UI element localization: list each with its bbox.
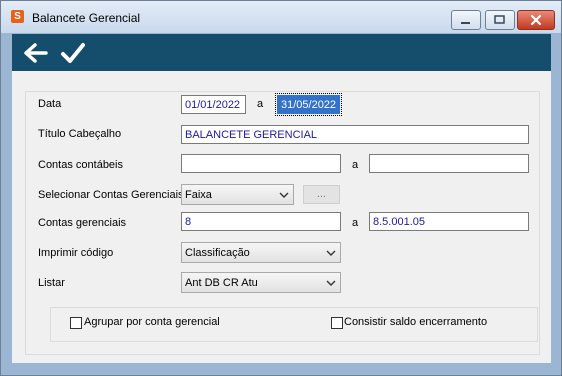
agrupar-checkbox[interactable] xyxy=(70,317,82,329)
titulo-label: Título Cabeçalho xyxy=(38,128,122,140)
imprimir-label: Imprimir código xyxy=(38,247,114,259)
selecionar-select[interactable]: Faixa xyxy=(181,184,294,205)
maximize-button[interactable] xyxy=(485,10,515,30)
contas-gerenciais-to-input[interactable]: 8.5.001.05 xyxy=(369,212,529,231)
contas-gerenciais-label: Contas gerenciais xyxy=(38,217,127,229)
arrow-left-icon[interactable] xyxy=(22,41,48,65)
listar-value: Ant DB CR Atu xyxy=(185,277,258,289)
maximize-icon xyxy=(494,15,505,24)
window-title: Balancete Gerencial xyxy=(32,11,141,25)
minimize-icon xyxy=(461,22,470,24)
close-button[interactable] xyxy=(517,10,555,30)
contas-gerenciais-from-input[interactable]: 8 xyxy=(181,212,341,231)
toolbar xyxy=(12,34,551,71)
data-from-input[interactable]: 01/01/2022 xyxy=(181,95,246,114)
contas-contabeis-label: Contas contábeis xyxy=(38,159,123,171)
selecionar-value: Faixa xyxy=(185,189,212,201)
window-bottom-frame xyxy=(12,363,551,373)
listar-label: Listar xyxy=(38,277,65,289)
chevron-down-icon xyxy=(279,192,289,198)
titulo-input[interactable]: BALANCETE GERENCIAL xyxy=(181,125,529,144)
imprimir-select[interactable]: Classificação xyxy=(181,242,341,263)
title-bar[interactable]: S Balancete Gerencial xyxy=(1,1,561,33)
close-icon xyxy=(530,14,542,26)
checkmark-icon[interactable] xyxy=(60,41,86,65)
listar-select[interactable]: Ant DB CR Atu xyxy=(181,272,341,293)
contas-contabeis-separator: a xyxy=(352,159,359,171)
imprimir-value: Classificação xyxy=(185,247,250,259)
chevron-down-icon xyxy=(326,280,336,286)
consistir-checkbox[interactable] xyxy=(331,317,343,329)
data-label: Data xyxy=(38,98,62,110)
contas-contabeis-from-input[interactable] xyxy=(181,154,341,173)
minimize-button[interactable] xyxy=(451,10,481,30)
browse-button[interactable]: ... xyxy=(303,185,340,204)
data-to-input[interactable]: 31/05/2022 xyxy=(275,93,342,116)
window: S Balancete Gerencial Data 01/01/2022 a … xyxy=(0,0,562,376)
consistir-label[interactable]: Consistir saldo encerramento xyxy=(344,316,487,328)
agrupar-label[interactable]: Agrupar por conta gerencial xyxy=(84,316,220,328)
contas-gerenciais-separator: a xyxy=(352,217,359,229)
contas-contabeis-to-input[interactable] xyxy=(369,154,529,173)
data-separator: a xyxy=(257,98,264,110)
form-area: Data 01/01/2022 a 31/05/2022 Título Cabe… xyxy=(12,71,551,363)
chevron-down-icon xyxy=(326,250,336,256)
app-icon: S xyxy=(11,10,24,23)
selecionar-label: Selecionar Contas Gerenciais xyxy=(38,189,184,201)
